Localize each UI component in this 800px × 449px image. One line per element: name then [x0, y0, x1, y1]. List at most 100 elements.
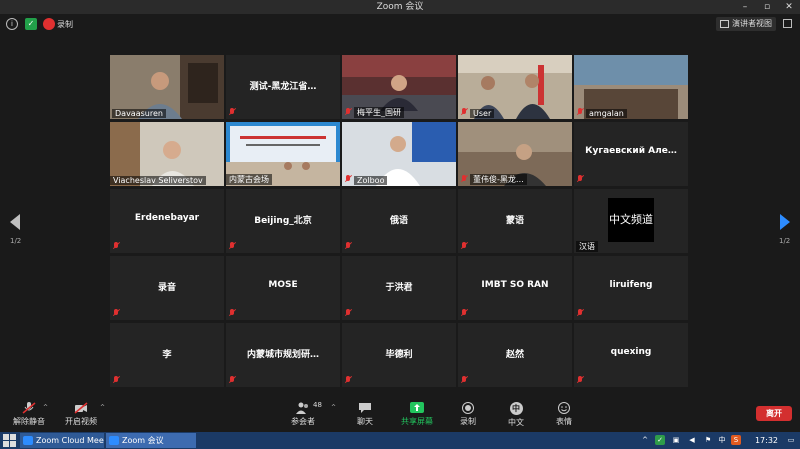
participant-tile[interactable]: Zolboo	[342, 122, 456, 186]
participant-name: 李	[162, 350, 172, 360]
participant-name: User	[470, 109, 495, 118]
muted-mic-icon	[461, 108, 467, 116]
taskbar-item-zoom-meeting[interactable]: Zoom 会议	[106, 433, 196, 448]
participant-tile[interactable]: 测试-黑龙江省…	[226, 55, 340, 119]
audio-options-caret-icon[interactable]: ^	[43, 404, 48, 411]
participant-name: IMBT SO RAN	[481, 280, 549, 290]
participant-tile[interactable]: Viacheslav Seliverstov	[110, 122, 224, 186]
participant-name: 汉语	[576, 241, 598, 252]
participant-name: 录音	[157, 283, 176, 293]
info-icon[interactable]: i	[6, 18, 18, 30]
muted-mic-icon	[113, 309, 119, 317]
minimize-icon[interactable]: –	[734, 0, 756, 14]
video-options-caret-icon[interactable]: ^	[100, 404, 105, 411]
share-screen-button[interactable]: 共享屏幕	[394, 400, 440, 430]
participant-name: 俄语	[389, 216, 408, 226]
windows-taskbar: Zoom Cloud Meeti... Zoom 会议 ^ ✓ ▣ ◀ ⚑ 中 …	[0, 432, 800, 449]
participant-tile[interactable]: Davaasuren	[110, 55, 224, 119]
participant-tile[interactable]: 赵然	[458, 323, 572, 387]
window-title: Zoom 会议	[376, 2, 424, 12]
video-off-icon	[74, 402, 88, 414]
participant-name: 蒙语	[505, 216, 524, 226]
muted-mic-icon	[577, 309, 583, 317]
participant-name: Beijing_北京	[254, 216, 312, 226]
chat-button[interactable]: 聊天	[342, 400, 388, 430]
participant-tile[interactable]: Кугаевский Але…	[574, 122, 688, 186]
taskbar-clock[interactable]: 17:32	[755, 434, 778, 447]
recording-label[interactable]: 录制	[57, 19, 73, 30]
tray-security-icon[interactable]: ✓	[655, 435, 665, 445]
prev-page-arrow-icon[interactable]	[8, 213, 22, 231]
chat-icon	[359, 403, 371, 413]
participant-name: Viacheslav Seliverstov	[110, 176, 206, 185]
fullscreen-icon[interactable]	[783, 19, 792, 28]
participant-name: liruifeng	[609, 280, 653, 290]
participant-tile[interactable]: 内蒙古会场	[226, 122, 340, 186]
participants-caret-icon[interactable]: ^	[331, 404, 336, 411]
participant-name: 内蒙古会场	[226, 174, 272, 185]
next-page-number: 1/2	[779, 237, 791, 245]
taskbar-item-zoom-cloud[interactable]: Zoom Cloud Meeti...	[20, 433, 104, 448]
participant-tile[interactable]: amgalan	[574, 55, 688, 119]
participant-tile[interactable]: 董伟俊-黑龙…	[458, 122, 572, 186]
muted-mic-icon	[577, 376, 583, 384]
muted-mic-icon	[345, 309, 351, 317]
shield-icon[interactable]: ✓	[25, 18, 37, 30]
participant-tile[interactable]: 俄语	[342, 189, 456, 253]
tray-flag-icon[interactable]: ⚑	[703, 435, 713, 445]
muted-mic-icon	[113, 242, 119, 250]
close-icon[interactable]: ✕	[778, 0, 800, 14]
participant-tile[interactable]: Beijing_北京	[226, 189, 340, 253]
participant-tile[interactable]: 毕德利	[342, 323, 456, 387]
muted-mic-icon	[22, 402, 36, 414]
tray-network-icon[interactable]: ▣	[671, 435, 681, 445]
next-page-arrow-icon[interactable]	[778, 213, 792, 231]
smiley-icon	[558, 402, 570, 414]
participant-tile[interactable]: 于洪君	[342, 256, 456, 320]
title-bar: Zoom 会议 – ▫ ✕	[0, 0, 800, 14]
participant-tile[interactable]: IMBT SO RAN	[458, 256, 572, 320]
tray-notification-icon[interactable]: ▭	[786, 435, 796, 445]
participant-tile[interactable]: 蒙语	[458, 189, 572, 253]
tray-volume-icon[interactable]: ◀	[687, 435, 697, 445]
participant-name: 毕德利	[385, 350, 413, 360]
muted-mic-icon	[461, 376, 467, 384]
tray-sogou-icon[interactable]: S	[731, 435, 741, 445]
participant-name: 梅平生_国研	[354, 107, 404, 118]
participant-tile[interactable]: User	[458, 55, 572, 119]
participant-tile[interactable]: quexing	[574, 323, 688, 387]
participant-tile[interactable]: MOSE	[226, 256, 340, 320]
participant-tile[interactable]: Erdenebayar	[110, 189, 224, 253]
participants-button[interactable]: 48 参会者	[280, 400, 326, 430]
participant-tile[interactable]: 梅平生_国研	[342, 55, 456, 119]
muted-mic-icon	[229, 242, 235, 250]
tray-expand-icon[interactable]: ^	[640, 435, 650, 445]
participant-name: amgalan	[586, 109, 627, 118]
interpretation-button[interactable]: 中 中文	[493, 400, 539, 430]
speaker-view-button[interactable]: 演讲者视图	[716, 17, 776, 31]
participant-name: 赵然	[505, 350, 524, 360]
participant-name: 内蒙城市规划研…	[246, 350, 319, 360]
tray-ime-icon[interactable]: 中	[717, 435, 727, 445]
leave-meeting-button[interactable]: 离开	[756, 406, 792, 421]
reactions-button[interactable]: 表情	[541, 400, 587, 430]
participant-tile[interactable]: 李	[110, 323, 224, 387]
participant-name: Кугаевский Але…	[585, 146, 677, 156]
participants-icon	[296, 402, 308, 414]
participant-name: Zolboo	[354, 176, 388, 185]
maximize-icon[interactable]: ▫	[756, 0, 778, 14]
muted-mic-icon	[461, 242, 467, 250]
participant-tile[interactable]: liruifeng	[574, 256, 688, 320]
start-video-button[interactable]: 开启视频	[58, 400, 104, 430]
muted-mic-icon	[113, 376, 119, 384]
participant-tile[interactable]: 录音	[110, 256, 224, 320]
muted-mic-icon	[345, 242, 351, 250]
muted-mic-icon	[461, 175, 467, 183]
meeting-top-bar: i ✓ 录制 演讲者视图	[0, 14, 800, 34]
participant-tile[interactable]: 中文频道 汉语	[574, 189, 688, 253]
caption-video: 中文频道	[608, 198, 654, 242]
participants-count: 48	[313, 401, 322, 409]
windows-start-icon[interactable]	[3, 434, 16, 447]
participant-tile[interactable]: 内蒙城市规划研…	[226, 323, 340, 387]
record-button[interactable]: 录制	[445, 400, 491, 430]
